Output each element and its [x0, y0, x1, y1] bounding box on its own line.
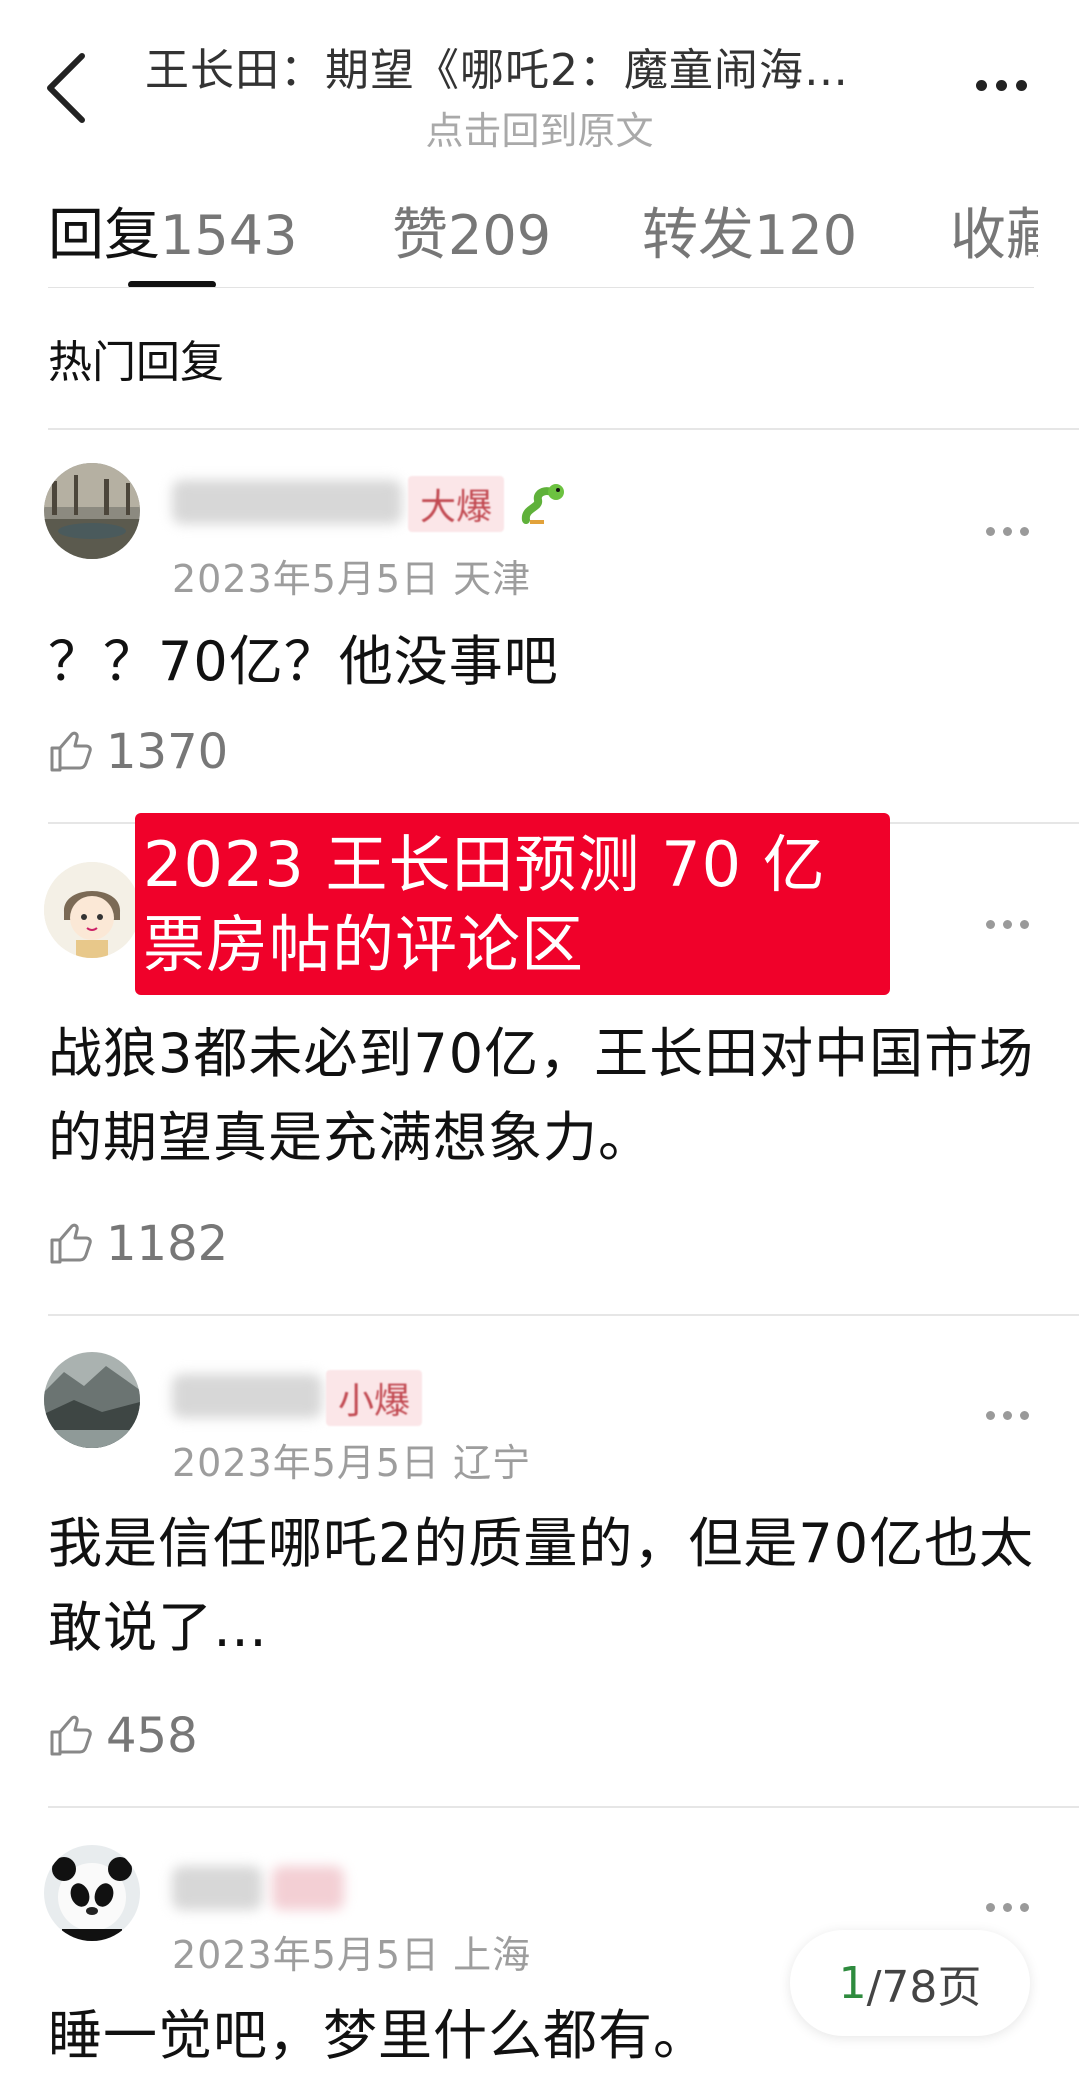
post-title[interactable]: 王长田：期望《哪吒2：魔童闹海…: [145, 34, 945, 98]
annotation-banner: 2023 王长田预测 70 亿 票房帖的评论区: [135, 813, 890, 995]
tab-replies-label: 回复: [48, 203, 160, 260]
hot-replies-label: 热门回复: [48, 337, 224, 388]
current-page: 1: [838, 1957, 867, 2009]
tab-favorites[interactable]: 收藏: [950, 190, 1038, 260]
tab-likes[interactable]: 赞209: [392, 190, 551, 260]
like-count: 1182: [106, 1216, 229, 1272]
like-button[interactable]: 458: [48, 1708, 198, 1764]
divider: [48, 428, 1079, 430]
level-badge: 小爆: [326, 1370, 423, 1426]
comment-text: 我是信任哪吒2的质量的，但是70亿也太敢说了…: [48, 1512, 1035, 1659]
username[interactable]: [172, 480, 402, 524]
avatar[interactable]: [44, 1352, 140, 1448]
like-button[interactable]: 1370: [48, 724, 228, 780]
divider: [48, 1806, 1079, 1808]
more-dots-icon[interactable]: [976, 80, 1027, 91]
tab-reposts[interactable]: 转发120: [642, 190, 857, 260]
thumbs-up-icon: [50, 1715, 92, 1756]
comment-text: ？？70亿？他没事吧: [48, 630, 559, 693]
comment-text: 战狼3都未必到70亿，王长田对中国市场的期望真是充满想象力。: [48, 1022, 1035, 1169]
back-to-original-link[interactable]: 点击回到原文: [0, 100, 1079, 155]
divider: [48, 1314, 1079, 1316]
divider: [48, 287, 1034, 288]
avatar[interactable]: [44, 862, 140, 958]
comment-more-icon[interactable]: [986, 1411, 1029, 1420]
comment-meta: 2023年5月5日 上海: [172, 1933, 532, 1977]
tab-reposts-label: 转发: [642, 203, 754, 260]
tab-reposts-count: 120: [754, 204, 858, 260]
username[interactable]: [172, 1866, 262, 1910]
tab-likes-count: 209: [448, 204, 552, 260]
avatar[interactable]: [44, 463, 140, 559]
level-badge: 大爆: [408, 476, 505, 532]
username[interactable]: [172, 1374, 322, 1418]
tab-replies-count: 1543: [160, 204, 298, 260]
comment-more-icon[interactable]: [986, 527, 1029, 536]
total-pages: /78页: [866, 1962, 982, 2013]
level-badge: [272, 1866, 344, 1910]
page-indicator[interactable]: 1/78页: [790, 1930, 1030, 2036]
like-count: 1370: [106, 724, 229, 780]
thumbs-up-icon: [50, 731, 92, 772]
tab-likes-label: 赞: [392, 203, 448, 260]
comment-more-icon[interactable]: [986, 1903, 1029, 1912]
comment-meta: 2023年5月5日 辽宁: [172, 1441, 532, 1485]
like-count: 458: [106, 1708, 198, 1764]
like-button[interactable]: 1182: [48, 1216, 228, 1272]
thumbs-up-icon: [50, 1223, 92, 1264]
comment-meta: 2023年5月5日 天津: [172, 557, 532, 601]
tab-favorites-label: 收藏: [950, 203, 1038, 260]
comment-more-icon[interactable]: [986, 920, 1029, 929]
avatar[interactable]: [44, 1845, 140, 1941]
tab-replies[interactable]: 回复1543: [48, 190, 297, 260]
tab-bar: 回复1543 赞209 转发120 收藏: [48, 190, 1038, 260]
snake-emoji-icon: [521, 484, 564, 524]
